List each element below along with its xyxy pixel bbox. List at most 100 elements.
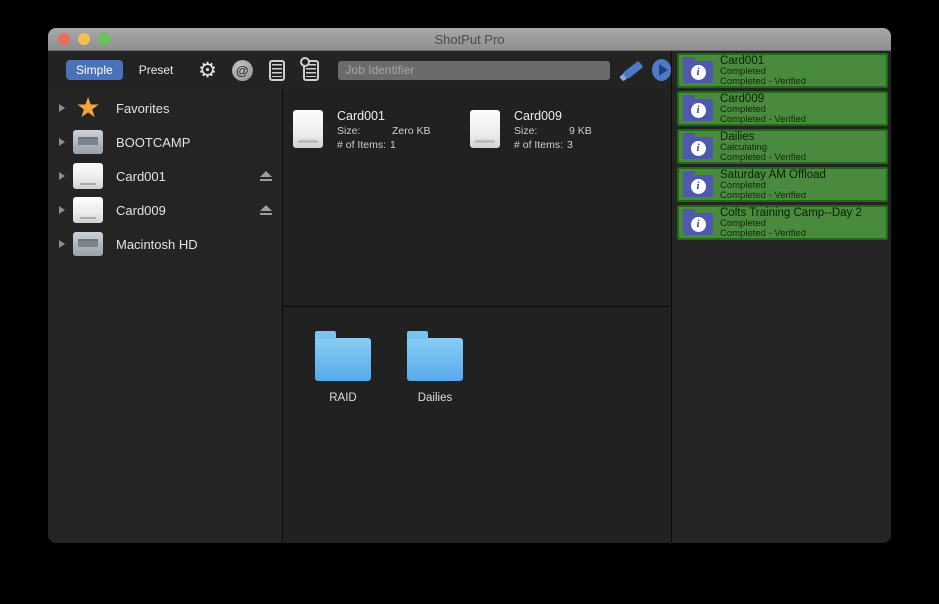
edit-name-button[interactable] [622,58,644,82]
job-verify-status: Completed - Verified [720,153,806,163]
job-status-card[interactable]: Card009 Completed Completed - Verified [677,91,888,126]
window-title: ShotPut Pro [48,32,891,47]
drive-name: Card009 [514,109,592,124]
job-verify-status: Completed - Verified [720,77,806,87]
drive-icon [470,110,500,148]
job-verify-status: Completed - Verified [720,115,806,125]
job-status: Completed [720,219,862,229]
job-verify-status: Completed - Verified [720,229,862,239]
job-info-folder-icon[interactable] [683,175,713,197]
info-icon [683,175,713,197]
info-icon [683,137,713,159]
job-status-card[interactable]: Dailies Calculating Completed - Verified [677,129,888,164]
drive-size-label: Size: [514,124,569,138]
job-info-folder-icon[interactable] [683,213,713,235]
job-status-card[interactable]: Colts Training Camp--Day 2 Completed Com… [677,205,888,240]
sidebar-item[interactable]: Favorites [48,91,282,125]
drive-meta: Card009 Size: 9 KB # of Items: 3 [514,109,592,306]
preset-mode-button[interactable]: Preset [129,60,184,80]
history-button[interactable] [301,58,321,82]
sidebar-item-label: Card009 [116,203,259,218]
window-content: Simple Preset ⚙ @ Favorites [48,51,891,543]
app-window: ShotPut Pro Simple Preset ⚙ @ [48,28,891,543]
sidebar-item-icon [72,194,104,226]
start-offload-button[interactable] [652,59,671,81]
sidebar-item-icon [72,126,104,158]
job-identifier-input[interactable] [338,61,611,80]
job-status: Completed [720,105,806,115]
sidebar-item[interactable]: Card009 [48,193,282,227]
job-status: Completed [720,67,806,77]
drive-items-value: 3 [567,138,573,152]
info-icon [683,61,713,83]
job-title: Colts Training Camp--Day 2 [720,207,862,219]
info-icon [683,213,713,235]
folder-icon [407,338,463,381]
drive-items-value: 1 [390,138,396,152]
job-verify-status: Completed - Verified [720,191,826,201]
folder-name: Dailies [418,392,453,404]
notes-list-icon [269,60,285,81]
sidebar-item-icon [72,228,104,260]
eject-icon[interactable] [259,171,273,182]
disclosure-triangle-icon[interactable] [59,172,65,180]
notes-button[interactable] [267,58,287,82]
job-status: Calculating [720,143,806,153]
job-status-card[interactable]: Saturday AM Offload Completed Completed … [677,167,888,202]
titlebar: ShotPut Pro [48,28,891,51]
destination-folder[interactable]: RAID [297,329,389,543]
sidebar-item-icon [72,160,104,192]
sidebar-item[interactable]: Macintosh HD [48,227,282,261]
job-info-folder-icon[interactable] [683,99,713,121]
drive-icon [293,110,323,148]
sidebar-item-icon [72,92,104,124]
job-status-card[interactable]: Card001 Completed Completed - Verified [677,53,888,88]
drive-entry[interactable]: Card009 Size: 9 KB # of Items: 3 [470,109,647,306]
middle-area: Card001 Size: Zero KB # of Items: 1 [283,89,671,543]
sidebar-item-label: Card001 [116,169,259,184]
disclosure-triangle-icon[interactable] [59,138,65,146]
info-icon [683,99,713,121]
simple-mode-button[interactable]: Simple [66,60,123,80]
gear-icon: ⚙ [198,60,217,81]
drive-items-label: # of Items: [514,138,563,152]
notifications-button[interactable]: @ [232,58,253,82]
sidebar-volume-list: Favorites BOOTCAMP [48,89,283,543]
toolbar: Simple Preset ⚙ @ [48,51,671,89]
job-title: Saturday AM Offload [720,169,826,181]
history-list-icon [303,60,319,81]
source-drives-pane: Card001 Size: Zero KB # of Items: 1 [283,89,671,307]
disclosure-triangle-icon[interactable] [59,206,65,214]
drive-size-value: 9 KB [569,124,592,138]
left-main-area: Simple Preset ⚙ @ Favorites [48,51,672,543]
main-body: Favorites BOOTCAMP [48,89,671,543]
eject-icon[interactable] [259,205,273,216]
jobs-status-panel: Card001 Completed Completed - Verified C… [672,51,891,543]
drive-size-label: Size: [337,124,392,138]
sidebar-item[interactable]: Card001 [48,159,282,193]
folder-icon [315,338,371,381]
drive-meta: Card001 Size: Zero KB # of Items: 1 [337,109,431,306]
sidebar-item-label: BOOTCAMP [116,135,259,150]
at-email-icon: @ [232,60,253,81]
folder-name: RAID [329,392,356,404]
job-status: Completed [720,181,826,191]
sidebar-item[interactable]: BOOTCAMP [48,125,282,159]
drive-size-value: Zero KB [392,124,431,138]
job-info-folder-icon[interactable] [683,61,713,83]
marker-pen-icon [623,61,644,80]
drive-items-label: # of Items: [337,138,386,152]
job-title: Card001 [720,55,806,67]
disclosure-triangle-icon[interactable] [59,104,65,112]
sidebar-item-label: Favorites [116,101,259,116]
job-title: Card009 [720,93,806,105]
job-info-folder-icon[interactable] [683,137,713,159]
job-title: Dailies [720,131,806,143]
drive-name: Card001 [337,109,431,124]
destination-folders-pane: RAID Dailies [283,307,671,543]
disclosure-triangle-icon[interactable] [59,240,65,248]
sidebar-item-label: Macintosh HD [116,237,259,252]
destination-folder[interactable]: Dailies [389,329,481,543]
drive-entry[interactable]: Card001 Size: Zero KB # of Items: 1 [293,109,470,306]
settings-button[interactable]: ⚙ [197,58,217,82]
